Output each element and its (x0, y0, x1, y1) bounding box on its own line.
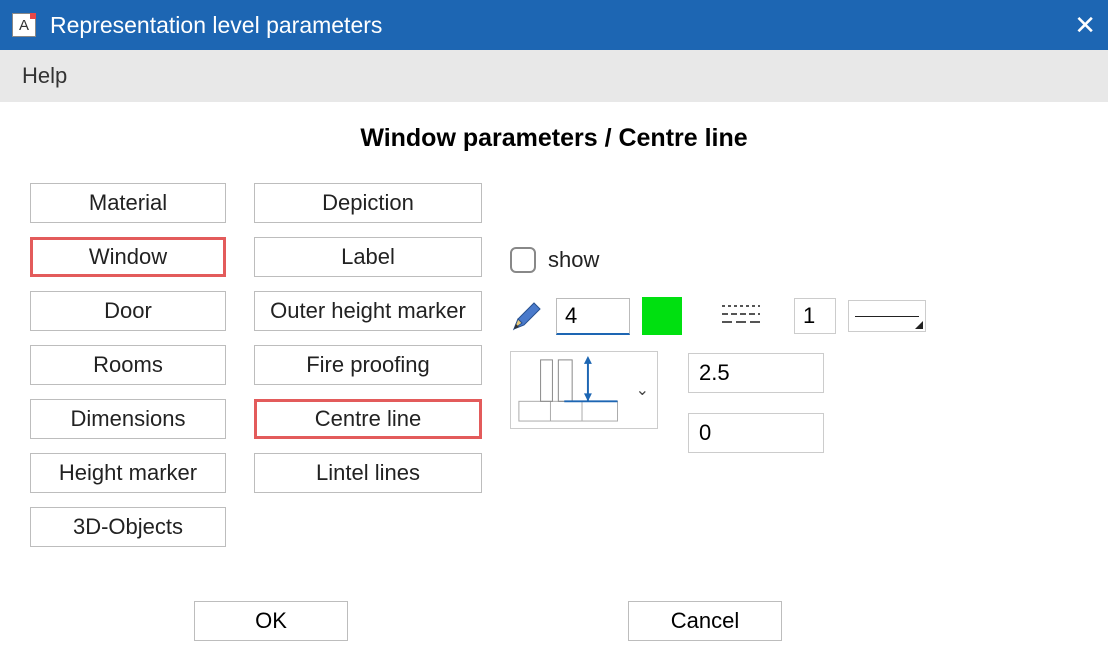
tab-window[interactable]: Window (30, 237, 226, 277)
line-weight-input[interactable] (794, 298, 836, 334)
tab-material[interactable]: Material (30, 183, 226, 223)
subtab-outer-height-marker[interactable]: Outer height marker (254, 291, 482, 331)
show-checkbox[interactable] (510, 247, 536, 273)
pen-color-swatch[interactable] (642, 297, 682, 335)
chevron-down-icon[interactable]: ⌄ (636, 380, 649, 400)
subtab-depiction[interactable]: Depiction (254, 183, 482, 223)
line-type-icon[interactable] (720, 300, 762, 333)
show-row: show (510, 239, 1078, 281)
value-a-input[interactable] (688, 353, 824, 393)
centreline-values (688, 351, 824, 473)
ok-button[interactable]: OK (194, 601, 348, 641)
subtab-lintel-lines[interactable]: Lintel lines (254, 453, 482, 493)
tab-height-marker[interactable]: Height marker (30, 453, 226, 493)
main-tabs: Material Window Door Rooms Dimensions He… (30, 183, 226, 561)
subtab-fire-proofing[interactable]: Fire proofing (254, 345, 482, 385)
titlebar: A Representation level parameters ✕ (0, 0, 1108, 50)
subtab-centre-line[interactable]: Centre line (254, 399, 482, 439)
page-title: Window parameters / Centre line (30, 124, 1078, 153)
tab-door[interactable]: Door (30, 291, 226, 331)
app-icon: A (12, 13, 36, 37)
pen-index-input[interactable] (556, 298, 630, 335)
pencil-icon[interactable] (510, 299, 544, 333)
window-title: Representation level parameters (50, 12, 382, 39)
tab-rooms[interactable]: Rooms (30, 345, 226, 385)
tab-3d-objects[interactable]: 3D-Objects (30, 507, 226, 547)
menu-help[interactable]: Help (22, 63, 67, 89)
show-label: show (548, 247, 599, 273)
menubar: Help (0, 50, 1108, 102)
close-icon[interactable]: ✕ (1074, 10, 1096, 41)
line-style-picker[interactable] (848, 300, 926, 332)
subtab-label[interactable]: Label (254, 237, 482, 277)
dialog-content: Window parameters / Centre line Material… (0, 102, 1108, 659)
parameter-controls: show (510, 183, 1078, 561)
pen-line-row (510, 295, 1078, 337)
sub-tabs: Depiction Label Outer height marker Fire… (254, 183, 482, 561)
centreline-preview[interactable]: ⌄ (510, 351, 658, 429)
dialog-footer: OK Cancel (30, 601, 1078, 641)
cancel-button[interactable]: Cancel (628, 601, 782, 641)
tab-dimensions[interactable]: Dimensions (30, 399, 226, 439)
value-b-input[interactable] (688, 413, 824, 453)
